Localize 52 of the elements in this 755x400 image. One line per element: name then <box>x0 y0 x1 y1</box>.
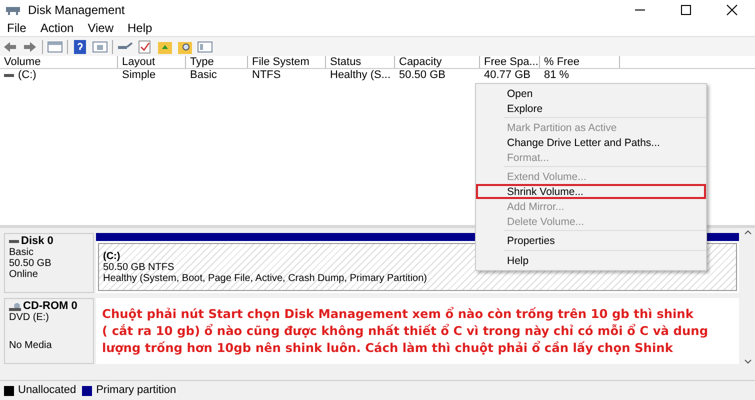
scroll-up-icon[interactable] <box>744 230 752 235</box>
legend-label: Unallocated <box>18 383 76 398</box>
menu-option[interactable]: Open <box>476 86 706 101</box>
table-cell-text: Simple <box>122 68 156 84</box>
partition-size: 50.50 GB NTFS <box>103 262 174 272</box>
column-header[interactable]: Volume <box>0 56 118 68</box>
disk-name: Disk 0 <box>21 236 54 247</box>
menu-option[interactable]: Help <box>476 252 706 268</box>
table-cell-text: Healthy (S... <box>330 68 391 84</box>
menu-option[interactable]: Shrink Volume... <box>476 184 706 199</box>
annotation-text: lượng trống hơn 10gb nên shink luôn. Cách làm thì chuột phải ổ cần lấy chọn Shink <box>102 340 674 356</box>
annotation-text: ( cắt ra 10 gb) ổ nào cũng được không nhất thiết ổ C vì trong này chỉ có mỗi ổ C và dung <box>102 322 710 340</box>
drive-icon <box>4 74 14 78</box>
table-cell-text: NTFS <box>252 68 281 84</box>
column-header[interactable]: % Free <box>540 56 620 68</box>
menu-item[interactable]: Action <box>40 19 74 37</box>
disk-detail: No Media <box>9 340 53 351</box>
annotation-text: Chuột phải nút Start chọn Disk Management xem ổ nào còn trống trên 10 gb thì shink <box>102 306 694 322</box>
disk-detail: DVD (E:) <box>9 312 50 323</box>
legend-label: Primary partition <box>96 383 176 398</box>
column-header[interactable]: File System <box>248 56 326 68</box>
column-header[interactable]: Layout <box>118 56 186 68</box>
column-header[interactable]: Status <box>326 56 395 68</box>
menu-item[interactable]: View <box>88 19 114 37</box>
column-header[interactable]: Free Spa... <box>480 56 540 68</box>
partition-status: Healthy (System, Boot, Page File, Active, Crash Dump, Primary Partition) <box>103 272 427 284</box>
menu-option[interactable]: Explore <box>476 100 706 116</box>
table-cell-text: 50.50 GB <box>399 68 446 84</box>
window-panel-icon[interactable] <box>47 38 63 54</box>
disk-detail: Basic <box>9 247 34 258</box>
table-cell-text: Basic <box>190 68 217 84</box>
list-view-icon[interactable] <box>197 38 213 54</box>
window-title: Disk Management <box>28 2 125 19</box>
window-panel-icon[interactable] <box>92 38 108 54</box>
table-cell-text: 40.77 GB <box>484 68 530 84</box>
disk-name: CD-ROM 0 <box>23 301 78 312</box>
disk-detail: 50.50 GB <box>9 258 52 269</box>
menu-item[interactable]: Help <box>128 19 152 37</box>
column-header[interactable]: Capacity <box>395 56 480 68</box>
cd-drive-icon <box>9 302 21 310</box>
table-cell-text: (C:) <box>18 68 36 84</box>
checklist-icon[interactable] <box>137 38 153 54</box>
column-header[interactable]: Type <box>186 56 248 68</box>
menu-option[interactable]: Properties <box>476 233 706 248</box>
table-cell-text: 81 % <box>544 68 570 84</box>
partition-name: (C:) <box>103 250 120 262</box>
menu-item[interactable]: File <box>7 19 26 37</box>
disk-detail: Online <box>9 269 39 280</box>
menu-option[interactable]: Change Drive Letter and Paths... <box>476 135 706 150</box>
scroll-down-icon[interactable] <box>744 359 752 364</box>
help-icon[interactable] <box>72 38 88 54</box>
disk-management-icon <box>6 4 20 16</box>
